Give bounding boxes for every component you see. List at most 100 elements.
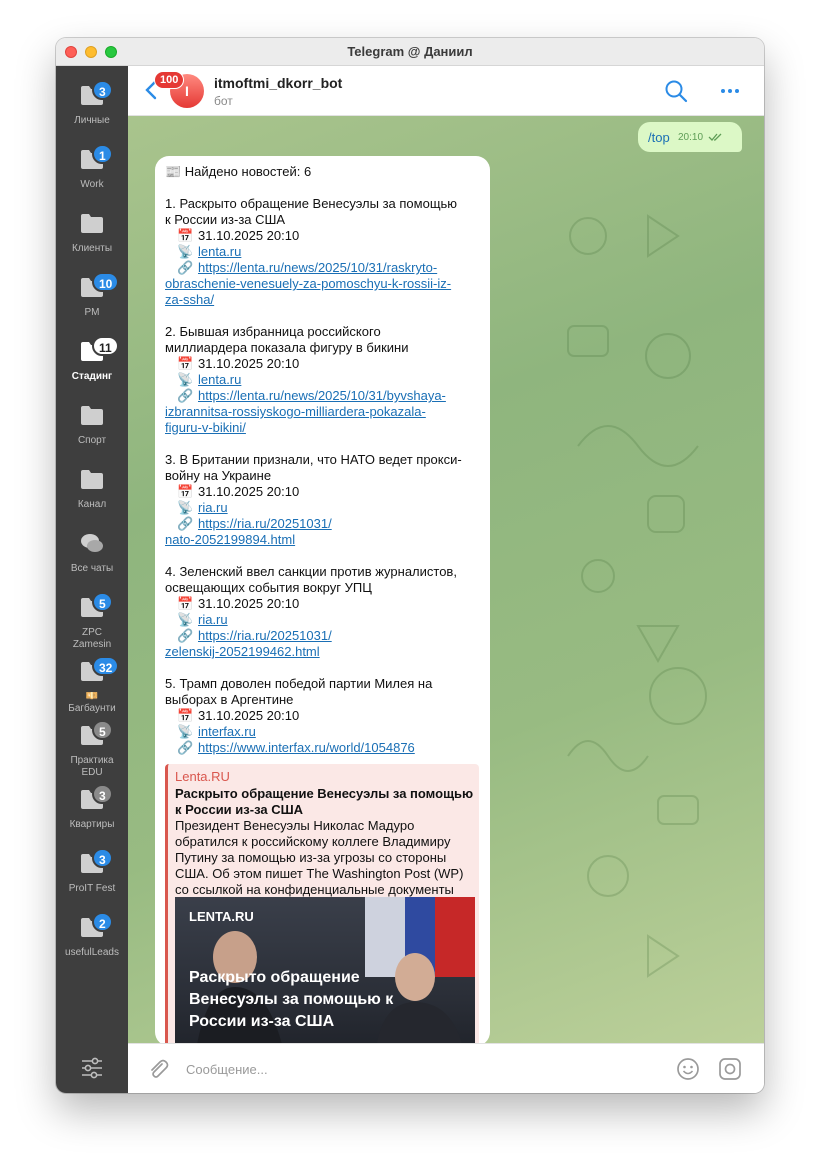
news-title: миллиардера показала фигуру в бикини (165, 340, 409, 355)
folder-badge: 10 (92, 272, 120, 292)
folder-usefulleads[interactable]: 2 usefulLeads (56, 912, 128, 972)
message-heading: 📰 Найдено новостей: 6 (165, 164, 312, 179)
news-title: выборах в Аргентине (165, 692, 294, 707)
folder-work[interactable]: 1 Work (56, 144, 128, 204)
calendar-icon: 📅 (177, 708, 194, 723)
satellite-icon: 📡 (177, 244, 194, 259)
chat-history[interactable]: /top 20:10 📰 Найдено новостей: 6 1. Раск… (128, 116, 764, 1043)
satellite-icon: 📡 (177, 372, 194, 387)
news-title: войну на Украине (165, 468, 272, 483)
close-window-button[interactable] (65, 46, 77, 58)
folders-sidebar: 3 Личные 1 Work Клиенты 10 PM 11 Стадинг… (56, 66, 128, 1093)
news-url-link[interactable]: https://ria.ru/20251031/ (198, 628, 332, 644)
bot-message[interactable]: 📰 Найдено новостей: 6 1. Раскрыто обраще… (155, 156, 490, 1043)
news-title: 4. Зеленский ввел санкции против журнали… (165, 564, 457, 579)
news-source-link[interactable]: ria.ru (198, 612, 228, 628)
news-source-link[interactable]: lenta.ru (198, 372, 241, 388)
folder-label: 💴 Багбаунти (68, 691, 116, 714)
satellite-icon: 📡 (177, 500, 194, 515)
minimize-window-button[interactable] (85, 46, 97, 58)
link-icon: 🔗 (177, 388, 194, 403)
folder-label: ZPC Zamesin (72, 627, 112, 650)
link-icon: 🔗 (177, 516, 194, 531)
news-url-link[interactable]: https://ria.ru/20251031/ (198, 516, 332, 532)
chat-title[interactable]: itmoftmi_dkorr_bot (214, 75, 342, 91)
news-title: 3. В Британии признали, что НАТО ведет п… (165, 452, 462, 467)
folder-kvartiry[interactable]: 3 Квартиры (56, 784, 128, 844)
zoom-window-button[interactable] (105, 46, 117, 58)
news-source-link[interactable]: interfax.ru (198, 724, 256, 740)
news-url-link[interactable]: izbrannitsa-rossiyskogo-milliardera-poka… (165, 404, 426, 420)
folder-stading[interactable]: 11 Стадинг (56, 336, 128, 396)
preview-text: обратился к российскому коллеге Владимир… (175, 834, 451, 849)
calendar-icon: 📅 (177, 484, 194, 499)
news-url-link[interactable]: obraschenie-venesuely-za-pomoschyu-k-ros… (165, 276, 451, 292)
folder-label: PM (84, 307, 100, 318)
news-date: 31.10.2025 20:10 (198, 708, 300, 723)
preview-image-caption: России из-за США (189, 1013, 335, 1030)
news-source-link[interactable]: ria.ru (198, 500, 228, 516)
message-input[interactable] (186, 1057, 656, 1081)
news-url-link[interactable]: nato-2052199894.html (165, 532, 295, 548)
folder-kanal[interactable]: Канал (56, 464, 128, 524)
folder-badge: 3 (92, 784, 113, 804)
outgoing-message[interactable]: /top 20:10 (638, 122, 742, 152)
link-preview[interactable]: Lenta.RU Раскрыто обращение Венесуэлы за… (165, 764, 479, 1043)
background-pattern-icon (567, 214, 707, 978)
folder-badge: 32 (92, 656, 120, 676)
folder-badge: 3 (92, 80, 113, 100)
preview-image[interactable]: LENTA.RU Раскрыто обращение Венесуэлы за… (175, 897, 475, 1043)
message-time: 20:10 (678, 132, 704, 143)
preview-text: США. Об этом пишет The Washington Post (… (175, 866, 464, 881)
folder-badge: 3 (92, 848, 113, 868)
news-date: 31.10.2025 20:10 (198, 596, 300, 611)
folder-label: Спорт (77, 435, 107, 446)
more-icon[interactable] (718, 79, 742, 103)
folder-proit-fest[interactable]: 3 ProIT Fest (56, 848, 128, 908)
search-icon[interactable] (664, 79, 688, 103)
folder-badge: 11 (92, 336, 119, 356)
folder-label: Личные (74, 115, 110, 126)
emoji-icon[interactable] (676, 1057, 700, 1081)
folder-bugbounty[interactable]: 32 💴 Багбаунти (56, 656, 128, 716)
folder-pm[interactable]: 10 PM (56, 272, 128, 332)
folder-zpc[interactable]: 5 ZPC Zamesin (56, 592, 128, 652)
folder-badge: 1 (92, 144, 113, 164)
folder-badge: 5 (92, 592, 113, 612)
news-url-link[interactable]: figuru-v-bikini/ (165, 420, 246, 436)
sliders-settings-icon[interactable] (80, 1056, 104, 1080)
paperclip-icon[interactable] (146, 1057, 170, 1081)
chat-bubbles-icon (81, 534, 103, 552)
news-url-link[interactable]: https://lenta.ru/news/2025/10/31/raskryt… (198, 260, 437, 276)
window-title: Telegram @ Даниил (347, 44, 473, 59)
preview-text: Президент Венесуэлы Николас Мадуро (175, 818, 415, 833)
folder-icon (81, 470, 103, 489)
title-bar: Telegram @ Даниил (56, 38, 764, 66)
folder-klienty[interactable]: Клиенты (56, 208, 128, 268)
video-message-icon[interactable] (718, 1057, 742, 1081)
folder-lichnye[interactable]: 3 Личные (56, 80, 128, 140)
news-date: 31.10.2025 20:10 (198, 484, 300, 499)
folder-label: Квартиры (69, 819, 115, 830)
folder-all-chats[interactable]: Все чаты (56, 528, 128, 588)
news-url-link[interactable]: https://www.interfax.ru/world/1054876 (198, 740, 415, 756)
preview-image-caption: Венесуэлы за помощью к (189, 991, 394, 1008)
outgoing-text[interactable]: /top (648, 130, 670, 145)
news-url-link[interactable]: za-ssha/ (165, 292, 214, 308)
news-date: 31.10.2025 20:10 (198, 228, 300, 243)
folder-label: ProIT Fest (68, 883, 116, 894)
preview-site-name: Lenta.RU (175, 769, 230, 784)
folder-sport[interactable]: Спорт (56, 400, 128, 460)
satellite-icon: 📡 (177, 612, 194, 627)
preview-text: Путину за помощью из-за угрозы со сторон… (175, 850, 447, 865)
folder-badge: 5 (92, 720, 113, 740)
news-url-link[interactable]: zelenskij-2052199462.html (165, 644, 320, 660)
double-check-icon (708, 133, 722, 141)
news-source-link[interactable]: lenta.ru (198, 244, 241, 260)
unread-count-badge: 100 (154, 71, 185, 89)
folder-label: usefulLeads (65, 947, 119, 958)
news-url-link[interactable]: https://lenta.ru/news/2025/10/31/byvshay… (198, 388, 446, 404)
folder-praktika[interactable]: 5 Практика EDU (56, 720, 128, 780)
calendar-icon: 📅 (177, 356, 194, 371)
news-title: 2. Бывшая избранница российского (165, 324, 381, 339)
